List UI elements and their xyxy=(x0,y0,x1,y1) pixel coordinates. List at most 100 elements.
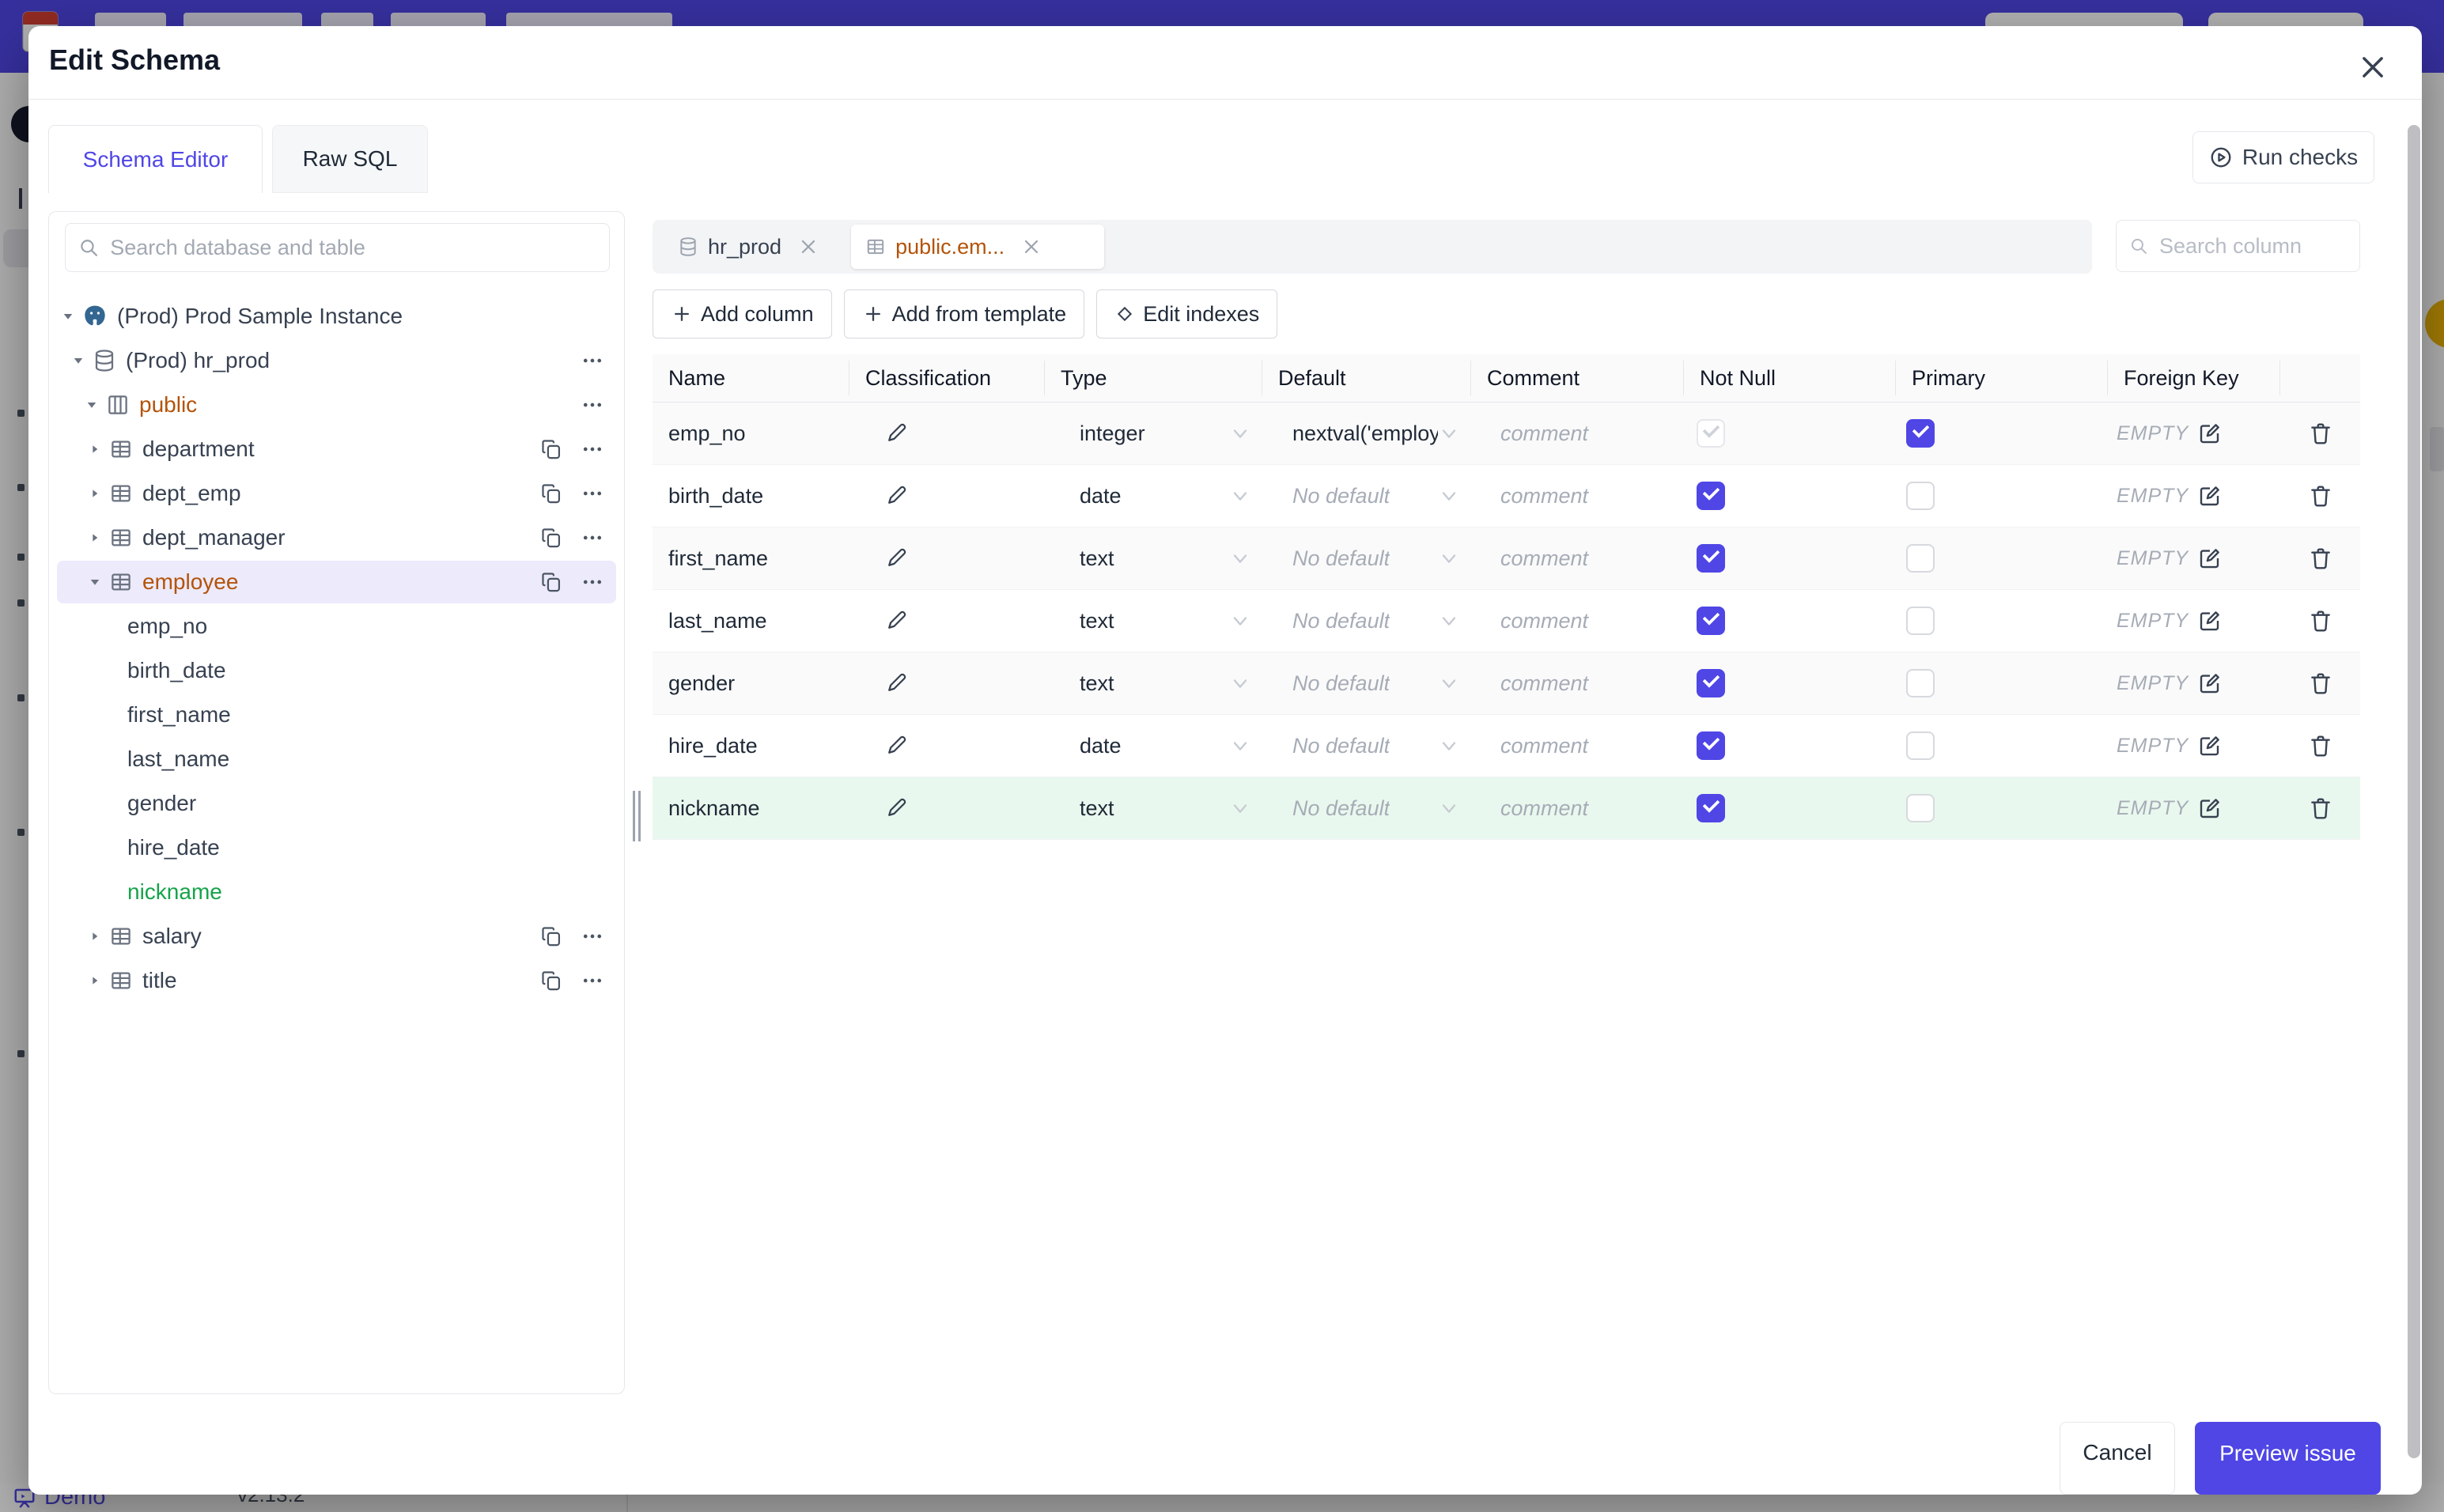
tree-item-schema-public[interactable]: public xyxy=(49,383,624,427)
classification-edit-icon[interactable] xyxy=(884,546,908,570)
type-select[interactable]: text xyxy=(1045,590,1262,652)
not-null-checkbox[interactable] xyxy=(1697,669,1725,697)
caret-down-icon[interactable] xyxy=(60,309,76,323)
primary-checkbox[interactable] xyxy=(1906,607,1935,635)
type-select[interactable]: date xyxy=(1045,465,1262,527)
type-select[interactable]: integer xyxy=(1045,403,1262,464)
close-icon[interactable] xyxy=(2354,48,2392,86)
tree-item-table-employee[interactable]: employee xyxy=(49,560,624,604)
more-menu-icon[interactable] xyxy=(581,350,603,372)
type-select[interactable]: date xyxy=(1045,715,1262,777)
more-menu-icon[interactable] xyxy=(581,394,603,416)
more-menu-icon[interactable] xyxy=(581,482,603,505)
default-select[interactable]: No default xyxy=(1262,715,1471,777)
edit-foreign-key-icon[interactable] xyxy=(2198,484,2222,508)
column-name[interactable]: hire_date xyxy=(653,715,849,777)
caret-down-icon[interactable] xyxy=(70,353,86,368)
tree-item-table-title[interactable]: title xyxy=(49,958,624,1003)
tree-item-column-last-name[interactable]: last_name xyxy=(49,737,624,781)
default-select[interactable]: No default xyxy=(1262,777,1471,839)
type-select[interactable]: text xyxy=(1045,777,1262,839)
tree-item-column-emp-no[interactable]: emp_no xyxy=(49,604,624,648)
tree-item-column-hire-date[interactable]: hire_date xyxy=(49,826,624,870)
tree-item-instance[interactable]: (Prod) Prod Sample Instance xyxy=(49,294,624,338)
more-menu-icon[interactable] xyxy=(581,438,603,460)
not-null-checkbox[interactable] xyxy=(1697,794,1725,822)
panel-resize-handle[interactable] xyxy=(633,791,642,841)
comment-input[interactable]: comment xyxy=(1471,465,1684,527)
not-null-checkbox[interactable] xyxy=(1697,419,1725,448)
modal-scrollbar[interactable] xyxy=(2408,125,2420,1458)
column-name[interactable]: last_name xyxy=(653,590,849,652)
classification-edit-icon[interactable] xyxy=(884,734,908,758)
delete-column-icon[interactable] xyxy=(2308,733,2333,758)
delete-column-icon[interactable] xyxy=(2308,546,2333,571)
edit-indexes-button[interactable]: Edit indexes xyxy=(1096,289,1278,338)
tree-item-table-department[interactable]: department xyxy=(49,427,624,471)
close-tab-icon[interactable] xyxy=(1022,237,1041,256)
tree-item-column-birth-date[interactable]: birth_date xyxy=(49,648,624,693)
caret-right-icon[interactable] xyxy=(87,930,103,943)
caret-right-icon[interactable] xyxy=(87,487,103,500)
duplicate-table-icon[interactable] xyxy=(540,970,562,992)
column-search-box[interactable] xyxy=(2116,220,2360,272)
primary-checkbox[interactable] xyxy=(1906,794,1935,822)
delete-column-icon[interactable] xyxy=(2308,421,2333,446)
tree-item-table-dept-manager[interactable]: dept_manager xyxy=(49,516,624,560)
add-from-template-button[interactable]: Add from template xyxy=(843,289,1085,338)
caret-right-icon[interactable] xyxy=(87,443,103,455)
classification-edit-icon[interactable] xyxy=(884,609,908,633)
primary-checkbox[interactable] xyxy=(1906,482,1935,510)
delete-column-icon[interactable] xyxy=(2308,671,2333,696)
tree-item-table-salary[interactable]: salary xyxy=(49,914,624,958)
edit-foreign-key-icon[interactable] xyxy=(2198,609,2222,633)
tree-search-box[interactable] xyxy=(65,223,610,272)
tree-item-column-nickname[interactable]: nickname xyxy=(49,870,624,914)
close-tab-icon[interactable] xyxy=(799,237,818,256)
comment-input[interactable]: comment xyxy=(1471,403,1684,464)
caret-down-icon[interactable] xyxy=(84,398,100,412)
caret-down-icon[interactable] xyxy=(87,575,103,589)
edit-foreign-key-icon[interactable] xyxy=(2198,796,2222,820)
classification-edit-icon[interactable] xyxy=(884,671,908,695)
default-select[interactable]: No default xyxy=(1262,652,1471,714)
classification-edit-icon[interactable] xyxy=(884,484,908,508)
tree-item-database-hr-prod[interactable]: (Prod) hr_prod xyxy=(49,338,624,383)
tree-search-input[interactable] xyxy=(108,234,596,261)
column-name[interactable]: emp_no xyxy=(653,403,849,464)
more-menu-icon[interactable] xyxy=(581,571,603,593)
default-select[interactable]: No default xyxy=(1262,527,1471,589)
not-null-checkbox[interactable] xyxy=(1697,731,1725,760)
tab-raw-sql[interactable]: Raw SQL xyxy=(272,125,428,193)
delete-column-icon[interactable] xyxy=(2308,608,2333,633)
column-name[interactable]: birth_date xyxy=(653,465,849,527)
not-null-checkbox[interactable] xyxy=(1697,544,1725,573)
comment-input[interactable]: comment xyxy=(1471,527,1684,589)
run-checks-button[interactable]: Run checks xyxy=(2192,131,2374,183)
preview-issue-button[interactable]: Preview issue xyxy=(2195,1422,2381,1495)
cancel-button[interactable]: Cancel xyxy=(2060,1422,2175,1495)
tab-schema-editor[interactable]: Schema Editor xyxy=(48,125,263,193)
duplicate-table-icon[interactable] xyxy=(540,438,562,460)
delete-column-icon[interactable] xyxy=(2308,483,2333,508)
classification-edit-icon[interactable] xyxy=(884,421,908,445)
column-name[interactable]: nickname xyxy=(653,777,849,839)
edit-foreign-key-icon[interactable] xyxy=(2198,734,2222,758)
default-select[interactable]: No default xyxy=(1262,590,1471,652)
comment-input[interactable]: comment xyxy=(1471,777,1684,839)
comment-input[interactable]: comment xyxy=(1471,652,1684,714)
column-name[interactable]: gender xyxy=(653,652,849,714)
tree-item-table-dept-emp[interactable]: dept_emp xyxy=(49,471,624,516)
duplicate-table-icon[interactable] xyxy=(540,571,562,593)
not-null-checkbox[interactable] xyxy=(1697,482,1725,510)
edit-foreign-key-icon[interactable] xyxy=(2198,546,2222,570)
duplicate-table-icon[interactable] xyxy=(540,482,562,505)
primary-checkbox[interactable] xyxy=(1906,544,1935,573)
comment-input[interactable]: comment xyxy=(1471,590,1684,652)
open-tab-public-employee[interactable]: public.em... xyxy=(851,225,1105,269)
edit-foreign-key-icon[interactable] xyxy=(2198,421,2222,445)
not-null-checkbox[interactable] xyxy=(1697,607,1725,635)
primary-checkbox[interactable] xyxy=(1906,731,1935,760)
column-search-input[interactable] xyxy=(2157,232,2347,259)
delete-column-icon[interactable] xyxy=(2308,796,2333,821)
